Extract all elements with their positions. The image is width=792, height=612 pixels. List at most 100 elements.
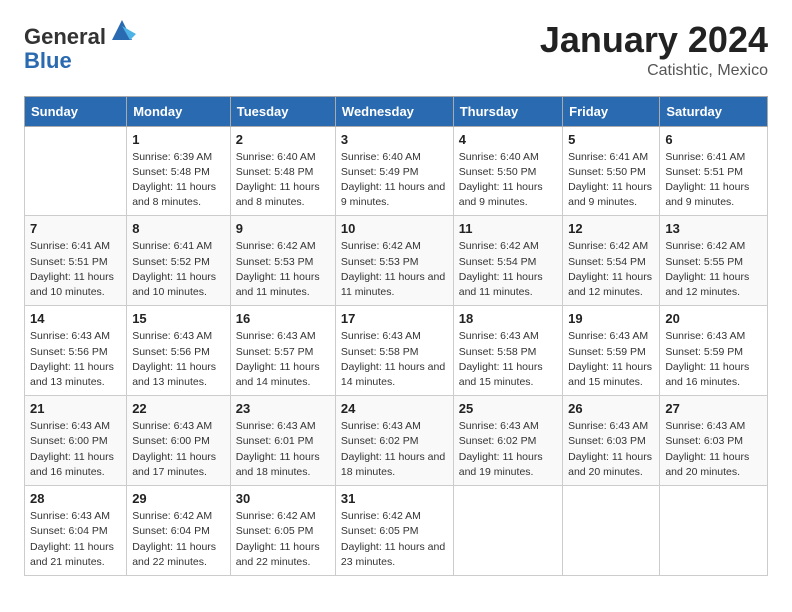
day-info: Sunrise: 6:43 AMSunset: 6:04 PMDaylight:… (30, 509, 121, 570)
day-cell: 17 Sunrise: 6:43 AMSunset: 5:58 PMDayligh… (335, 306, 453, 396)
column-header-friday: Friday (563, 96, 660, 126)
day-cell: 11Sunrise: 6:42 AMSunset: 5:54 PMDayligh… (453, 216, 562, 306)
day-info: Sunrise: 6:41 AMSunset: 5:51 PMDaylight:… (665, 150, 762, 211)
day-number: 22 (132, 401, 225, 416)
day-number: 31 (341, 491, 448, 506)
day-cell (453, 486, 562, 576)
day-number: 14 (30, 311, 121, 326)
day-cell: 30 Sunrise: 6:42 AMSunset: 6:05 PMDayligh… (230, 486, 335, 576)
day-cell: 3 Sunrise: 6:40 AMSunset: 5:49 PMDaylight… (335, 126, 453, 216)
month-title: January 2024 (540, 20, 768, 60)
week-row-5: 28 Sunrise: 6:43 AMSunset: 6:04 PMDayligh… (25, 486, 768, 576)
day-info: Sunrise: 6:40 AMSunset: 5:49 PMDaylight:… (341, 150, 448, 211)
title-block: January 2024 Catishtic, Mexico (540, 20, 768, 80)
day-number: 11 (459, 221, 557, 236)
day-number: 20 (665, 311, 762, 326)
column-header-monday: Monday (127, 96, 231, 126)
day-cell: 16 Sunrise: 6:43 AMSunset: 5:57 PMDayligh… (230, 306, 335, 396)
day-number: 29 (132, 491, 225, 506)
day-info: Sunrise: 6:43 AMSunset: 6:02 PMDaylight:… (341, 419, 448, 480)
day-cell: 29 Sunrise: 6:42 AMSunset: 6:04 PMDayligh… (127, 486, 231, 576)
day-number: 23 (236, 401, 330, 416)
logo: General Blue (24, 20, 136, 73)
day-info: Sunrise: 6:42 AMSunset: 6:05 PMDaylight:… (236, 509, 330, 570)
week-row-2: 7 Sunrise: 6:41 AMSunset: 5:51 PMDaylight… (25, 216, 768, 306)
day-cell: 10 Sunrise: 6:42 AMSunset: 5:53 PMDayligh… (335, 216, 453, 306)
day-info: Sunrise: 6:43 AMSunset: 5:59 PMDaylight:… (665, 329, 762, 390)
day-info: Sunrise: 6:41 AMSunset: 5:52 PMDaylight:… (132, 239, 225, 300)
day-cell: 5Sunrise: 6:41 AMSunset: 5:50 PMDaylight… (563, 126, 660, 216)
day-info: Sunrise: 6:43 AMSunset: 6:01 PMDaylight:… (236, 419, 330, 480)
week-row-4: 21 Sunrise: 6:43 AMSunset: 6:00 PMDayligh… (25, 396, 768, 486)
day-info: Sunrise: 6:43 AMSunset: 5:58 PMDaylight:… (341, 329, 448, 390)
day-cell (25, 126, 127, 216)
day-info: Sunrise: 6:43 AMSunset: 6:02 PMDaylight:… (459, 419, 557, 480)
day-number: 27 (665, 401, 762, 416)
day-info: Sunrise: 6:42 AMSunset: 5:54 PMDaylight:… (568, 239, 654, 300)
day-number: 10 (341, 221, 448, 236)
day-number: 6 (665, 132, 762, 147)
day-number: 15 (132, 311, 225, 326)
day-cell: 12Sunrise: 6:42 AMSunset: 5:54 PMDayligh… (563, 216, 660, 306)
logo-blue: Blue (24, 49, 136, 73)
day-number: 2 (236, 132, 330, 147)
day-cell (563, 486, 660, 576)
day-info: Sunrise: 6:42 AMSunset: 6:05 PMDaylight:… (341, 509, 448, 570)
day-cell: 14 Sunrise: 6:43 AMSunset: 5:56 PMDayligh… (25, 306, 127, 396)
day-number: 18 (459, 311, 557, 326)
day-info: Sunrise: 6:42 AMSunset: 6:04 PMDaylight:… (132, 509, 225, 570)
day-info: Sunrise: 6:41 AMSunset: 5:50 PMDaylight:… (568, 150, 654, 211)
day-number: 21 (30, 401, 121, 416)
day-cell: 4 Sunrise: 6:40 AMSunset: 5:50 PMDaylight… (453, 126, 562, 216)
calendar-header-row: SundayMondayTuesdayWednesdayThursdayFrid… (25, 96, 768, 126)
day-number: 13 (665, 221, 762, 236)
day-number: 4 (459, 132, 557, 147)
column-header-tuesday: Tuesday (230, 96, 335, 126)
day-info: Sunrise: 6:43 AMSunset: 5:56 PMDaylight:… (132, 329, 225, 390)
day-info: Sunrise: 6:41 AMSunset: 5:51 PMDaylight:… (30, 239, 121, 300)
week-row-1: 1 Sunrise: 6:39 AMSunset: 5:48 PMDaylight… (25, 126, 768, 216)
day-number: 3 (341, 132, 448, 147)
day-number: 28 (30, 491, 121, 506)
location-title: Catishtic, Mexico (540, 62, 768, 80)
calendar-table: SundayMondayTuesdayWednesdayThursdayFrid… (24, 96, 768, 576)
day-cell: 27 Sunrise: 6:43 AMSunset: 6:03 PMDayligh… (660, 396, 768, 486)
day-info: Sunrise: 6:39 AMSunset: 5:48 PMDaylight:… (132, 150, 225, 211)
day-number: 16 (236, 311, 330, 326)
day-cell: 25Sunrise: 6:43 AMSunset: 6:02 PMDayligh… (453, 396, 562, 486)
day-cell: 8 Sunrise: 6:41 AMSunset: 5:52 PMDaylight… (127, 216, 231, 306)
day-number: 8 (132, 221, 225, 236)
page-header: General Blue January 2024 Catishtic, Mex… (24, 20, 768, 80)
day-info: Sunrise: 6:43 AMSunset: 5:56 PMDaylight:… (30, 329, 121, 390)
day-info: Sunrise: 6:43 AMSunset: 5:57 PMDaylight:… (236, 329, 330, 390)
day-cell: 21Sunrise: 6:43 AMSunset: 6:00 PMDayligh… (25, 396, 127, 486)
column-header-thursday: Thursday (453, 96, 562, 126)
day-info: Sunrise: 6:43 AMSunset: 6:03 PMDaylight:… (568, 419, 654, 480)
day-info: Sunrise: 6:42 AMSunset: 5:53 PMDaylight:… (341, 239, 448, 300)
day-cell: 20 Sunrise: 6:43 AMSunset: 5:59 PMDayligh… (660, 306, 768, 396)
day-cell: 18 Sunrise: 6:43 AMSunset: 5:58 PMDayligh… (453, 306, 562, 396)
week-row-3: 14 Sunrise: 6:43 AMSunset: 5:56 PMDayligh… (25, 306, 768, 396)
day-info: Sunrise: 6:43 AMSunset: 6:00 PMDaylight:… (132, 419, 225, 480)
day-cell: 19Sunrise: 6:43 AMSunset: 5:59 PMDayligh… (563, 306, 660, 396)
day-cell: 6 Sunrise: 6:41 AMSunset: 5:51 PMDaylight… (660, 126, 768, 216)
day-number: 7 (30, 221, 121, 236)
day-info: Sunrise: 6:43 AMSunset: 6:03 PMDaylight:… (665, 419, 762, 480)
day-cell: 15 Sunrise: 6:43 AMSunset: 5:56 PMDayligh… (127, 306, 231, 396)
day-number: 1 (132, 132, 225, 147)
day-info: Sunrise: 6:43 AMSunset: 5:58 PMDaylight:… (459, 329, 557, 390)
logo-general: General (24, 20, 136, 49)
day-info: Sunrise: 6:40 AMSunset: 5:50 PMDaylight:… (459, 150, 557, 211)
day-cell: 7 Sunrise: 6:41 AMSunset: 5:51 PMDaylight… (25, 216, 127, 306)
day-number: 30 (236, 491, 330, 506)
day-info: Sunrise: 6:42 AMSunset: 5:55 PMDaylight:… (665, 239, 762, 300)
day-cell: 2 Sunrise: 6:40 AMSunset: 5:48 PMDaylight… (230, 126, 335, 216)
day-number: 17 (341, 311, 448, 326)
day-cell: 28 Sunrise: 6:43 AMSunset: 6:04 PMDayligh… (25, 486, 127, 576)
day-cell: 1 Sunrise: 6:39 AMSunset: 5:48 PMDaylight… (127, 126, 231, 216)
day-cell: 9Sunrise: 6:42 AMSunset: 5:53 PMDaylight… (230, 216, 335, 306)
day-info: Sunrise: 6:40 AMSunset: 5:48 PMDaylight:… (236, 150, 330, 211)
day-cell: 26Sunrise: 6:43 AMSunset: 6:03 PMDayligh… (563, 396, 660, 486)
day-cell: 23 Sunrise: 6:43 AMSunset: 6:01 PMDayligh… (230, 396, 335, 486)
day-number: 19 (568, 311, 654, 326)
